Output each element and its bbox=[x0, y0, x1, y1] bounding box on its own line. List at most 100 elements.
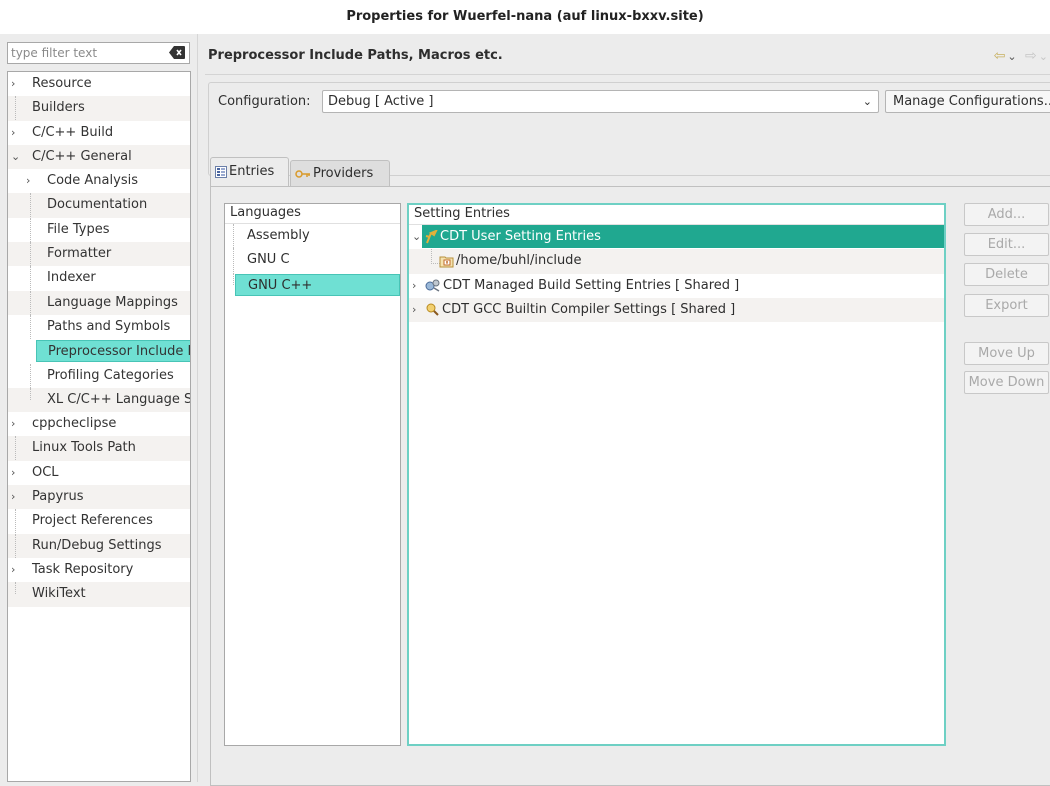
clear-text-icon[interactable] bbox=[169, 46, 185, 59]
back-arrow-icon[interactable]: ⇦ bbox=[994, 48, 1008, 64]
tree-connector bbox=[30, 266, 31, 291]
manage-configurations-button[interactable]: Manage Configurations... bbox=[885, 90, 1050, 113]
chevron-right-icon[interactable]: › bbox=[412, 298, 416, 322]
tree-item-label: Profiling Categories bbox=[47, 367, 174, 383]
tree-item-file-types[interactable]: File Types bbox=[8, 217, 190, 242]
tree-item-papyrus[interactable]: › Papyrus bbox=[8, 485, 190, 510]
tree-connector bbox=[30, 217, 31, 242]
chevron-right-icon[interactable]: › bbox=[11, 121, 21, 145]
chevron-down-icon[interactable]: ⌄ bbox=[412, 225, 421, 249]
tree-connector bbox=[30, 363, 31, 388]
tree-connector bbox=[30, 387, 31, 400]
setting-entries-tree: Setting Entries ⌄ CDT User Setting Entri… bbox=[407, 203, 946, 746]
tree-item-paths-and-symbols[interactable]: Paths and Symbols bbox=[8, 314, 190, 339]
language-item-assembly[interactable]: Assembly bbox=[225, 224, 400, 248]
chevron-right-icon[interactable]: › bbox=[11, 461, 21, 485]
configuration-select[interactable]: Debug [ Active ] ⌄ bbox=[322, 90, 879, 113]
tree-item-label: cppcheclipse bbox=[32, 416, 117, 432]
tree-item-code-analysis[interactable]: › Code Analysis bbox=[8, 169, 190, 193]
tree-connector bbox=[30, 314, 31, 339]
entry-label: CDT GCC Builtin Compiler Settings [ Shar… bbox=[442, 301, 736, 317]
entry-label: /home/buhl/include bbox=[456, 253, 582, 269]
tree-item-preprocessor-include[interactable]: Preprocessor Include Paths, Macros etc. bbox=[8, 339, 190, 363]
setting-entries-header[interactable]: Setting Entries bbox=[409, 205, 944, 225]
filter-field[interactable] bbox=[7, 42, 190, 64]
languages-header[interactable]: Languages bbox=[225, 204, 400, 224]
chevron-down-icon[interactable]: ⌄ bbox=[1007, 50, 1018, 63]
chevron-right-icon[interactable]: › bbox=[26, 169, 36, 193]
languages-list: Languages Assembly GNU C GNU C++ bbox=[224, 203, 401, 746]
user-settings-icon bbox=[425, 228, 439, 243]
entry-managed-build[interactable]: › CDT Managed Build Setting Entries [ Sh… bbox=[409, 274, 944, 298]
tree-item-label: File Types bbox=[47, 221, 110, 237]
tree-item-label: XL C/C++ Language Settings bbox=[47, 391, 190, 407]
chevron-right-icon[interactable]: › bbox=[412, 274, 416, 298]
page-title: Preprocessor Include Paths, Macros etc. bbox=[208, 48, 503, 63]
entry-cdt-user-settings[interactable]: ⌄ CDT User Setting Entries bbox=[409, 225, 944, 249]
tree-item-cppcheclipse[interactable]: › cppcheclipse bbox=[8, 412, 190, 436]
add-button[interactable]: Add... bbox=[964, 203, 1049, 226]
delete-button[interactable]: Delete bbox=[964, 263, 1049, 286]
tree-item-profiling-categories[interactable]: Profiling Categories bbox=[8, 363, 190, 388]
export-button[interactable]: Export bbox=[964, 294, 1049, 317]
chevron-right-icon[interactable]: › bbox=[11, 485, 21, 509]
tree-item-run-debug-settings[interactable]: Run/Debug Settings bbox=[8, 533, 190, 558]
entry-include-path[interactable]: /home/buhl/include bbox=[409, 249, 944, 274]
entry-gcc-builtin[interactable]: › CDT GCC Builtin Compiler Settings [ Sh… bbox=[409, 297, 944, 323]
entry-content: CDT User Setting Entries bbox=[422, 225, 944, 248]
tree-connector bbox=[233, 224, 234, 248]
edit-button[interactable]: Edit... bbox=[964, 233, 1049, 256]
tree-item-indexer[interactable]: Indexer bbox=[8, 266, 190, 291]
tree-item-xl-language-settings[interactable]: XL C/C++ Language Settings bbox=[8, 387, 190, 413]
tree-item-task-repository[interactable]: › Task Repository bbox=[8, 558, 190, 582]
forward-arrow-icon[interactable]: ⇨ bbox=[1025, 48, 1039, 64]
tree-connector bbox=[15, 96, 16, 121]
filter-input[interactable] bbox=[8, 43, 161, 63]
entry-content: CDT Managed Build Setting Entries [ Shar… bbox=[425, 274, 739, 298]
entry-content: CDT GCC Builtin Compiler Settings [ Shar… bbox=[425, 298, 735, 322]
tree-item-linux-tools-path[interactable]: Linux Tools Path bbox=[8, 436, 190, 461]
chevron-down-icon[interactable]: ⌄ bbox=[11, 145, 21, 169]
property-page: Preprocessor Include Paths, Macros etc. … bbox=[205, 34, 1050, 786]
tree-item-label: Linux Tools Path bbox=[32, 440, 136, 456]
providers-icon bbox=[295, 169, 310, 178]
tab-providers[interactable]: Providers bbox=[290, 160, 390, 186]
configuration-value: Debug [ Active ] bbox=[328, 94, 434, 109]
tree-item-resource[interactable]: › Resource bbox=[8, 72, 190, 96]
entry-content: /home/buhl/include bbox=[439, 249, 581, 273]
configuration-label: Configuration: bbox=[218, 94, 311, 109]
tree-item-label: WikiText bbox=[32, 586, 86, 602]
move-down-button[interactable]: Move Down bbox=[964, 371, 1049, 394]
tree-item-label: Formatter bbox=[47, 246, 112, 262]
tree-item-ocl[interactable]: › OCL bbox=[8, 461, 190, 485]
window-title: Properties for Wuerfel-nana (auf linux-b… bbox=[0, 0, 1050, 34]
tree-item-project-references[interactable]: Project References bbox=[8, 509, 190, 534]
tree-item-label: C/C++ Build bbox=[32, 124, 114, 140]
chevron-right-icon[interactable]: › bbox=[11, 412, 21, 436]
tree-item-cpp-build[interactable]: › C/C++ Build bbox=[8, 121, 190, 145]
language-item-gnu-c[interactable]: GNU C bbox=[225, 248, 400, 273]
chevron-right-icon[interactable]: › bbox=[11, 72, 21, 96]
include-folder-icon bbox=[439, 256, 454, 268]
language-label: Assembly bbox=[247, 228, 310, 243]
tree-item-wikitext[interactable]: WikiText bbox=[8, 582, 190, 607]
property-pages-panel: › Resource Builders › C/C++ Build ⌄ C/C+… bbox=[0, 34, 197, 782]
language-label: GNU C++ bbox=[235, 273, 400, 296]
chevron-down-icon: ⌄ bbox=[862, 95, 872, 108]
tree-item-builders[interactable]: Builders bbox=[8, 96, 190, 121]
language-item-gnu-cpp[interactable]: GNU C++ bbox=[225, 272, 400, 297]
tree-item-label: Resource bbox=[32, 76, 92, 91]
tree-item-label: Papyrus bbox=[32, 489, 84, 505]
move-up-button[interactable]: Move Up bbox=[964, 342, 1049, 365]
tree-item-formatter[interactable]: Formatter bbox=[8, 242, 190, 267]
chevron-down-icon[interactable]: ⌄ bbox=[1039, 50, 1050, 63]
tree-connector bbox=[30, 193, 31, 218]
tree-item-cpp-general[interactable]: ⌄ C/C++ General bbox=[8, 144, 190, 170]
tab-entries[interactable]: Entries bbox=[210, 157, 289, 186]
tree-item-language-mappings[interactable]: Language Mappings bbox=[8, 290, 190, 315]
gcc-builtin-icon bbox=[426, 303, 439, 317]
chevron-right-icon[interactable]: › bbox=[11, 558, 21, 582]
property-pages-tree: › Resource Builders › C/C++ Build ⌄ C/C+… bbox=[7, 71, 191, 782]
tree-connector bbox=[30, 290, 31, 315]
tree-item-documentation[interactable]: Documentation bbox=[8, 193, 190, 218]
